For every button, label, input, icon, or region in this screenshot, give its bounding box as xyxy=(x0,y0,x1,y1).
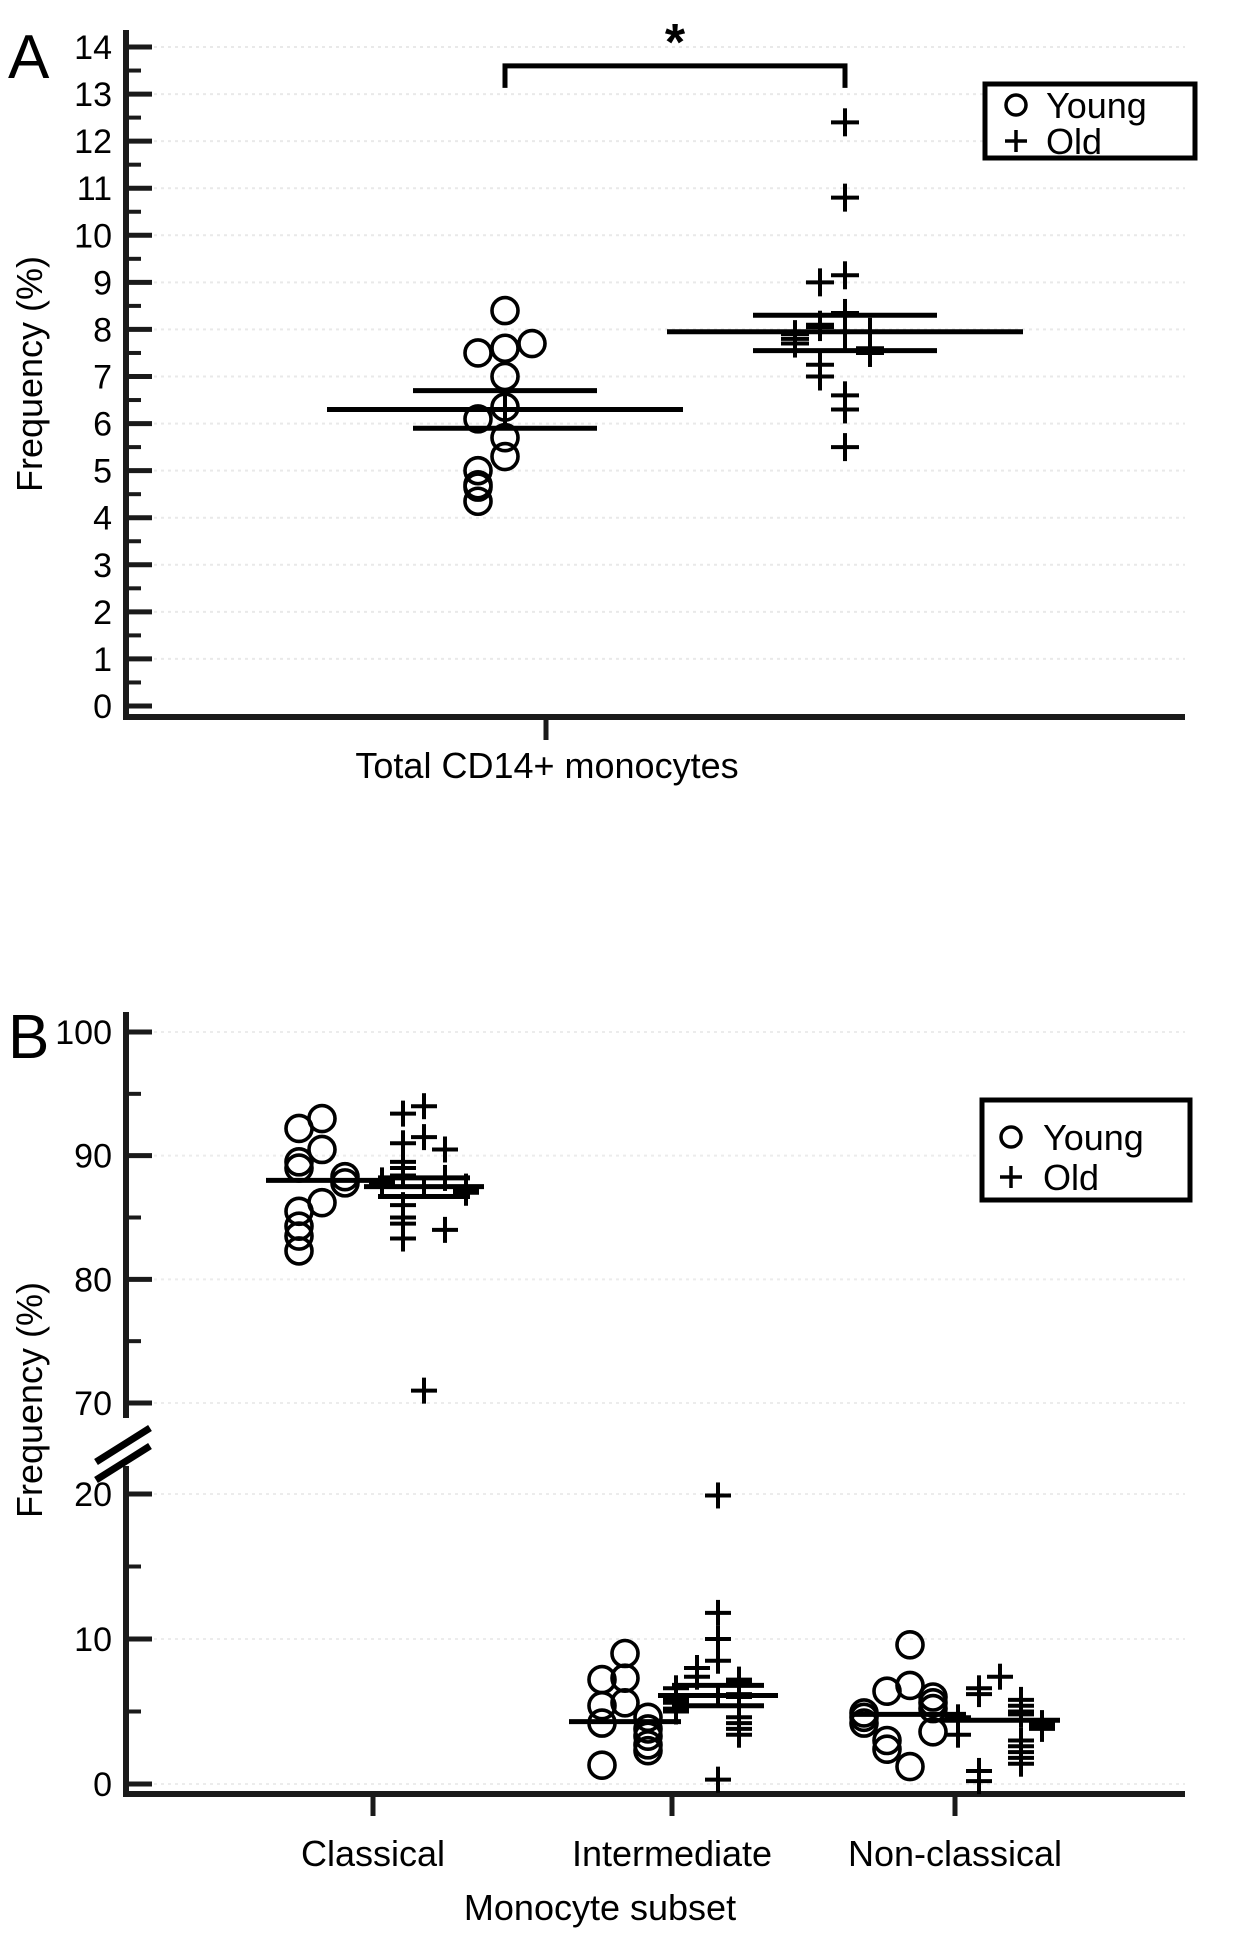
panel-b-legend: Young Old xyxy=(979,1097,1193,1203)
figure-svg: A 01234567891011121314 Frequency (%) Tot… xyxy=(0,0,1260,1947)
y-tick-label: 20 xyxy=(74,1476,112,1514)
y-tick-label: 9 xyxy=(93,264,112,302)
y-tick-label: 100 xyxy=(55,1014,112,1052)
panel-a-y-axis-title: Frequency (%) xyxy=(9,256,50,492)
y-tick-label: 0 xyxy=(93,688,112,726)
panel-b-letter: B xyxy=(8,1003,49,1072)
panel-b-x-axis-title: Monocyte subset xyxy=(464,1887,736,1928)
background xyxy=(0,0,1260,1947)
y-tick-label: 2 xyxy=(93,594,112,632)
y-tick-label: 3 xyxy=(93,547,112,585)
y-tick-label: 90 xyxy=(74,1138,112,1176)
y-tick-label: 6 xyxy=(93,406,112,444)
y-tick-label: 14 xyxy=(74,29,112,67)
y-tick-label: 70 xyxy=(74,1385,112,1423)
panel-b-y-axis-title: Frequency (%) xyxy=(9,1282,50,1518)
y-tick-label: 0 xyxy=(93,1766,112,1804)
y-tick-label: 5 xyxy=(93,453,112,491)
y-tick-label: 4 xyxy=(93,500,112,538)
y-tick-label: 11 xyxy=(77,170,112,208)
panel-a-legend-young-label: Young xyxy=(1046,85,1147,126)
y-tick-label: 10 xyxy=(74,217,112,255)
panel-a-legend-old-label: Old xyxy=(1046,121,1102,162)
y-tick-label: 1 xyxy=(93,641,112,679)
panel-b-legend-young-label: Young xyxy=(1043,1117,1144,1158)
panel-a-x-axis-label: Total CD14+ monocytes xyxy=(355,745,738,786)
category-label: Classical xyxy=(301,1833,445,1874)
y-tick-label: 12 xyxy=(74,123,112,161)
significance-asterisk: * xyxy=(665,14,686,72)
y-tick-label: 80 xyxy=(74,1261,112,1299)
y-tick-label: 13 xyxy=(74,76,112,114)
category-label: Intermediate xyxy=(572,1833,772,1874)
y-tick-label: 8 xyxy=(93,311,112,349)
panel-a-letter: A xyxy=(8,23,50,92)
category-label: Non-classical xyxy=(848,1833,1062,1874)
panel-b-category-labels: Classical Intermediate Non-classical xyxy=(301,1833,1062,1874)
y-tick-label: 7 xyxy=(93,359,112,397)
panel-b-legend-old-label: Old xyxy=(1043,1157,1099,1198)
figure-root: A 0 1 2 3 4 5 6 7 8 9 10 11 12 13 14 Frequency (%) Tot… xyxy=(0,0,1260,1947)
panel-a-legend: Young Old xyxy=(982,81,1198,162)
y-tick-label: 10 xyxy=(74,1621,112,1659)
